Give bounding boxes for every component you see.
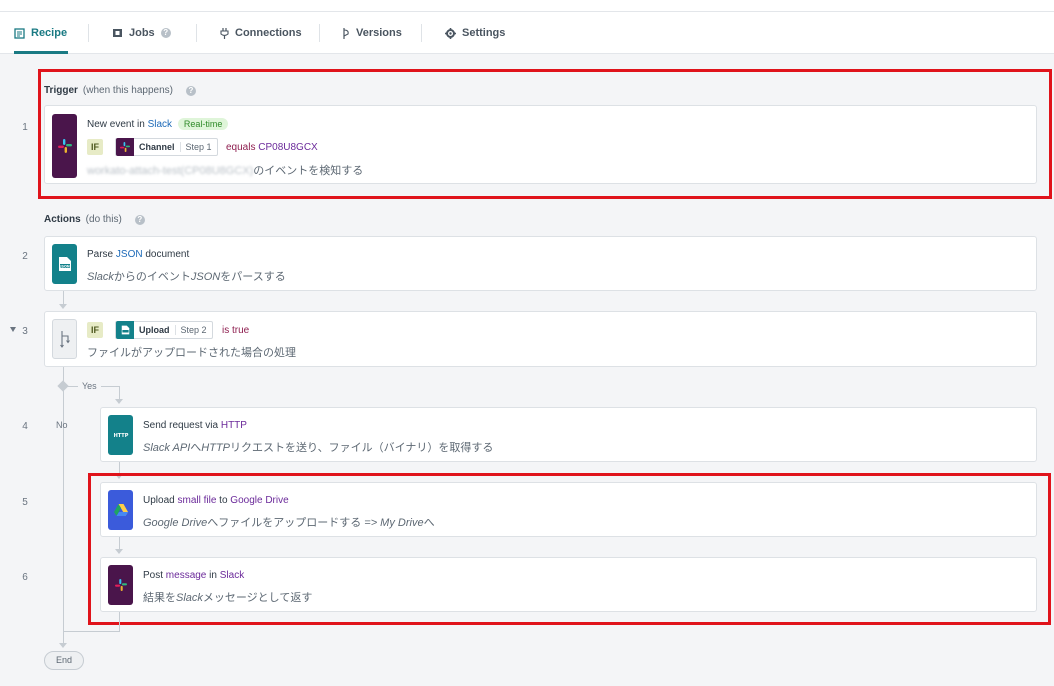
italic-text: JSON [190,271,221,283]
branch-icon [342,27,350,39]
flow-connector-yes [101,386,120,387]
if-tag: IF [87,322,103,338]
tab-versions[interactable]: Versions [342,12,402,54]
tab-settings[interactable]: Settings [445,12,505,54]
step-number: 3 [22,326,28,337]
tab-label: Connections [235,27,302,39]
branch-icon [52,319,77,359]
description-text: をパースする [220,271,286,283]
step-number: 5 [22,497,28,508]
step-summary: Send request via HTTP [143,420,247,431]
tab-label: Recipe [31,27,68,39]
italic-text: Slack API [143,442,191,454]
step-description: Slack APIへHTTPリクエストを送り、ファイル（バイナリ）を取得する [143,439,493,455]
json-document-icon: JSON [52,244,77,284]
flag-icon [112,28,123,39]
top-strip [0,0,1054,12]
branch-diamond [57,380,69,392]
datapill-upload[interactable]: Upload Step 2 [115,321,213,339]
tab-jobs[interactable]: Jobs ? [112,12,171,54]
step-action-text: Send request via [143,420,219,431]
flow-arrow [59,304,67,309]
tab-divider [319,24,320,42]
tab-recipe[interactable]: Recipe [14,12,68,54]
italic-text: Slack [87,271,114,283]
plug-icon [220,27,229,39]
step-number: 4 [22,421,28,432]
actions-heading: Actions (do this) ? [44,214,145,225]
step-description: ファイルがアップロードされた場合の処理 [87,347,296,359]
flow-arrow [59,643,67,648]
flow-connector [119,612,120,632]
datapill-label: Upload [139,325,170,335]
json-document-icon [116,321,134,339]
end-marker: End [44,651,84,670]
step-number: 1 [22,122,28,133]
description-text: へ [190,442,202,454]
step-condition: is true [222,325,250,336]
italic-text: HTTP [201,442,231,454]
document-icon [14,27,25,39]
http-icon: HTTP [108,415,133,455]
flow-connector-yes [119,386,120,400]
svg-text:HTTP: HTTP [113,433,128,439]
tab-connections[interactable]: Connections [220,12,302,54]
flow-connector [63,631,120,632]
highlight-box [88,473,1051,625]
step-action-text: document [145,249,190,260]
tab-label: Jobs [129,27,155,39]
step-number: 6 [22,572,28,583]
tab-divider [421,24,422,42]
help-icon[interactable]: ? [134,214,145,225]
branch-no-label: No [56,420,68,430]
datapill-step: Step 2 [174,325,212,335]
help-icon[interactable]: ? [160,28,171,38]
flow-connector-no [63,367,64,632]
description-text: からのイベント [113,271,191,283]
step-action-text: Parse [87,249,114,260]
tab-label: Versions [356,27,402,39]
branch-yes-label: Yes [82,381,97,391]
step-summary: Parse JSON document [87,249,189,260]
tab-divider [88,24,89,42]
step-keyword: HTTP [220,420,247,431]
tab-bar: Recipe Jobs ? Connections Versions Setti… [0,12,1054,54]
step-description: SlackからのイベントJSONをパースする [87,268,286,284]
tab-divider [196,24,197,42]
actions-title: Actions [44,214,81,225]
flow-arrow [115,399,123,404]
step-number: 2 [22,251,28,262]
collapse-caret-icon[interactable] [10,327,16,332]
gear-icon [445,27,456,39]
step-card-parse-json[interactable]: JSON Parse JSON document SlackからのイベントJSO… [44,236,1037,291]
description-text: リクエストを送り、ファイル（バイナリ）を取得する [230,442,494,454]
svg-text:JSON: JSON [59,264,70,268]
step-card-http[interactable]: HTTP Send request via HTTP Slack APIへHTT… [100,407,1037,462]
flow-connector [63,291,64,305]
step-card-if-upload[interactable]: IF Upload Step 2 is true ファイルがアップロードされた場… [44,311,1037,367]
highlight-box [38,69,1052,199]
step-keyword: JSON [115,249,143,260]
tab-label: Settings [462,27,506,39]
actions-subtitle: (do this) [85,214,122,225]
